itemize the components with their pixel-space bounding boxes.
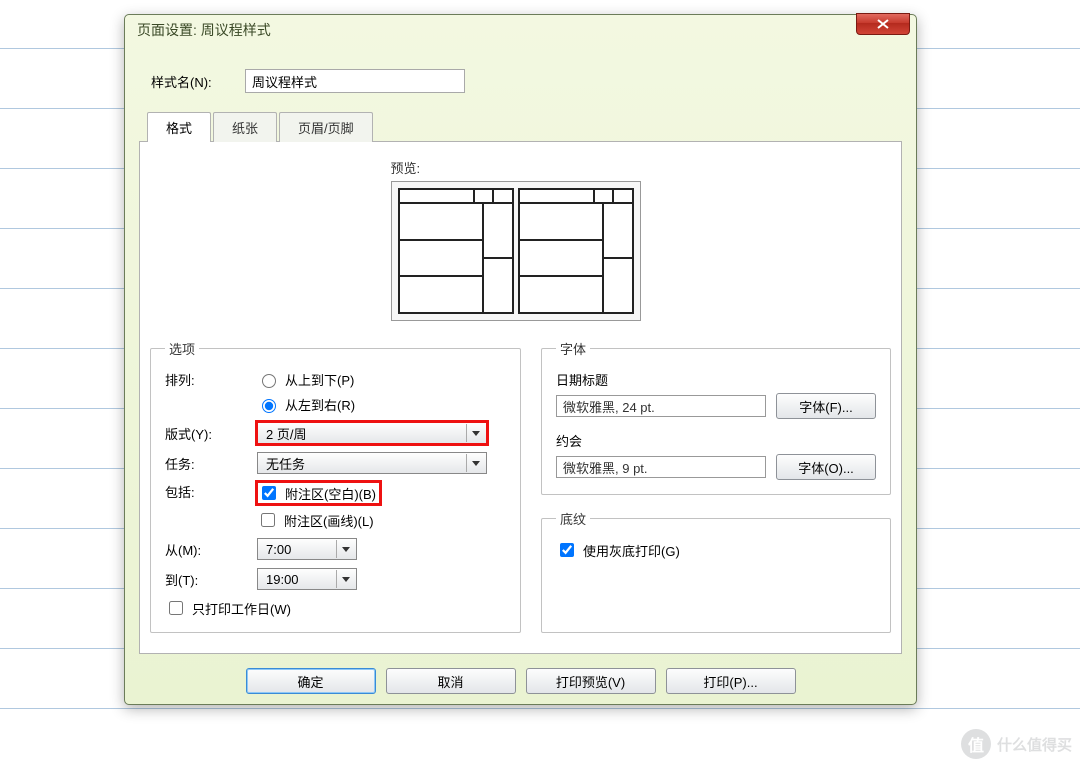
tabs: 格式 纸张 页眉/页脚: [147, 111, 902, 141]
options-legend: 选项: [165, 339, 199, 358]
arrange-label: 排列:: [165, 370, 257, 389]
tasks-value: 无任务: [266, 454, 305, 473]
chevron-down-icon: [466, 424, 484, 442]
style-name-row: 样式名(N):: [151, 69, 902, 93]
shading-group: 底纹 使用灰底打印(G): [541, 509, 891, 633]
preview-box: [391, 181, 641, 321]
to-value: 19:00: [266, 572, 299, 587]
ok-button[interactable]: 确定: [246, 668, 376, 694]
font-legend: 字体: [556, 339, 590, 358]
dialog-body: 样式名(N): 格式 纸张 页眉/页脚 预览:: [125, 45, 916, 704]
watermark-text: 什么值得买: [997, 734, 1072, 755]
font-group: 字体 日期标题 微软雅黑, 24 pt. 字体(F)... 约会 微软雅黑, 9: [541, 339, 891, 495]
window-title: 页面设置: 周议程样式: [137, 20, 856, 40]
tab-header-footer[interactable]: 页眉/页脚: [279, 112, 373, 142]
watermark-icon: 值: [961, 729, 991, 759]
check-workdays-only[interactable]: [169, 601, 183, 615]
right-column: 字体 日期标题 微软雅黑, 24 pt. 字体(F)... 约会 微软雅黑, 9: [541, 339, 891, 633]
to-label: 到(T):: [165, 570, 257, 589]
style-name-input[interactable]: [245, 69, 465, 93]
check-notes-blank[interactable]: [262, 486, 276, 500]
from-label: 从(M):: [165, 540, 257, 559]
layout-label: 版式(Y):: [165, 424, 257, 443]
appointment-value: 微软雅黑, 9 pt.: [556, 456, 766, 478]
titlebar[interactable]: 页面设置: 周议程样式: [125, 15, 916, 45]
radio-left-to-right-label: 从左到右(R): [285, 395, 355, 414]
preview-area: 预览:: [391, 158, 651, 321]
date-title-value: 微软雅黑, 24 pt.: [556, 395, 766, 417]
layout-value: 2 页/周: [266, 424, 306, 443]
footer-buttons: 确定 取消 打印预览(V) 打印(P)...: [139, 668, 902, 694]
check-notes-blank-label: 附注区(空白)(B): [285, 484, 376, 503]
style-name-label: 样式名(N):: [151, 72, 245, 91]
preview-page-1: [398, 188, 514, 314]
preview-page-2: [518, 188, 634, 314]
to-select[interactable]: 19:00: [257, 568, 357, 590]
appointment-font-button[interactable]: 字体(O)...: [776, 454, 876, 480]
check-gray-print-label: 使用灰底打印(G): [583, 541, 680, 560]
print-preview-button[interactable]: 打印预览(V): [526, 668, 656, 694]
date-title-label: 日期标题: [556, 370, 876, 389]
from-value: 7:00: [266, 542, 291, 557]
close-button[interactable]: [856, 13, 910, 35]
appointment-label: 约会: [556, 431, 876, 450]
tab-paper[interactable]: 纸张: [213, 112, 277, 142]
print-button[interactable]: 打印(P)...: [666, 668, 796, 694]
page-setup-dialog: 页面设置: 周议程样式 样式名(N): 格式 纸张 页眉/页脚 预览:: [124, 14, 917, 705]
radio-left-to-right[interactable]: [262, 399, 276, 413]
tab-panel-format: 预览:: [139, 141, 902, 654]
radio-top-to-bottom-label: 从上到下(P): [285, 370, 354, 389]
check-gray-print[interactable]: [560, 543, 574, 557]
check-notes-lined-label: 附注区(画线)(L): [284, 511, 374, 530]
radio-top-to-bottom[interactable]: [262, 374, 276, 388]
watermark: 值 什么值得买: [961, 729, 1072, 759]
check-workdays-only-label: 只打印工作日(W): [192, 599, 291, 618]
check-notes-lined[interactable]: [261, 513, 275, 527]
cancel-button[interactable]: 取消: [386, 668, 516, 694]
layout-select[interactable]: 2 页/周: [257, 422, 487, 444]
bottom-columns: 选项 排列: 从上到下(P) 从左到右(R): [150, 339, 891, 633]
preview-label: 预览:: [391, 158, 651, 177]
tab-format[interactable]: 格式: [147, 112, 211, 142]
from-select[interactable]: 7:00: [257, 538, 357, 560]
chevron-down-icon: [466, 454, 484, 472]
tasks-select[interactable]: 无任务: [257, 452, 487, 474]
chevron-down-icon: [336, 540, 354, 558]
chevron-down-icon: [336, 570, 354, 588]
date-title-font-button[interactable]: 字体(F)...: [776, 393, 876, 419]
shading-legend: 底纹: [556, 509, 590, 528]
options-group: 选项 排列: 从上到下(P) 从左到右(R): [150, 339, 521, 633]
tasks-label: 任务:: [165, 454, 257, 473]
include-label: 包括:: [165, 482, 257, 501]
close-icon: [877, 19, 889, 29]
